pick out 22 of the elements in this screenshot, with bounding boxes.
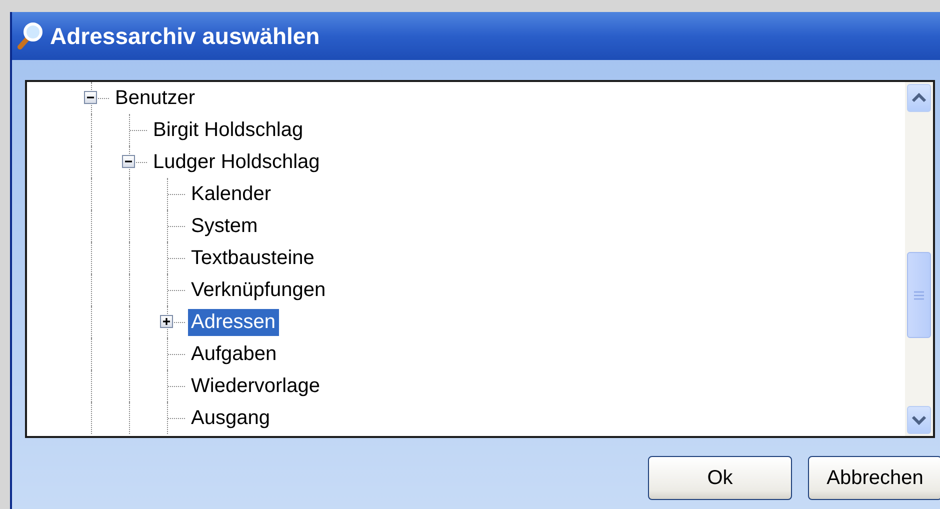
scroll-down-icon[interactable] [907, 406, 931, 434]
tree-item[interactable]: Adressen [188, 308, 278, 336]
tree-item[interactable]: Textbausteine [188, 244, 318, 272]
tree-item[interactable]: Kalender [188, 180, 274, 208]
tree-item[interactable]: System [188, 212, 261, 240]
tree-item[interactable]: Verknüpfungen [188, 276, 329, 304]
tree-item[interactable]: Birgit Holdschlag [150, 116, 306, 144]
tree-item[interactable]: Aufgaben [188, 340, 280, 368]
vertical-scrollbar[interactable] [905, 82, 933, 436]
tree-item[interactable]: Wiedervorlage [188, 372, 323, 400]
collapse-icon[interactable] [84, 91, 97, 104]
ok-button[interactable]: Ok [648, 456, 792, 500]
scroll-thumb[interactable] [907, 252, 931, 338]
window-title: Adressarchiv auswählen [50, 22, 320, 50]
tree-item[interactable]: Benutzer [112, 84, 198, 112]
expand-icon[interactable] [160, 315, 173, 328]
collapse-icon[interactable] [122, 155, 135, 168]
tree-item[interactable]: Ausgang [188, 404, 273, 432]
cancel-button[interactable]: Abbrechen [808, 456, 940, 500]
tree-item[interactable]: Ludger Holdschlag [150, 148, 323, 176]
scroll-up-icon[interactable] [907, 84, 931, 112]
magnifier-icon [16, 22, 44, 50]
